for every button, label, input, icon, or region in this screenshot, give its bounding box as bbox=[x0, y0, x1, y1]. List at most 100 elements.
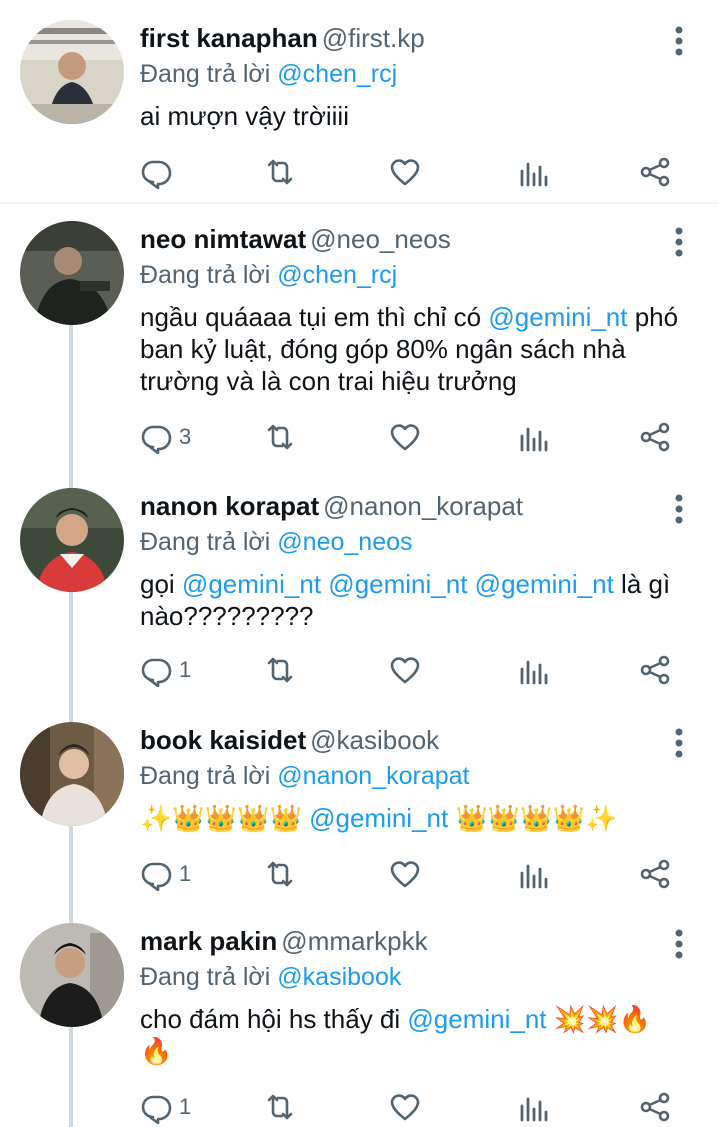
divider bbox=[0, 202, 719, 204]
bar-chart-icon bbox=[515, 857, 549, 891]
reply-count: 1 bbox=[179, 1094, 192, 1119]
views-button[interactable] bbox=[515, 854, 549, 894]
tweet[interactable]: book kaisidet @kasibook Đang trả lời @nan… bbox=[0, 722, 719, 902]
replying-to: Đang trả lời @chen_rcj bbox=[140, 56, 397, 92]
mention-link[interactable]: @gemini_nt bbox=[182, 569, 321, 599]
retweet-button[interactable] bbox=[263, 854, 297, 894]
reply-count: 1 bbox=[179, 657, 192, 682]
tweet-text: cho đám hội hs thấy đi @gemini_nt 💥💥🔥🔥 bbox=[140, 1003, 680, 1067]
avatar[interactable] bbox=[20, 923, 124, 1027]
share-button[interactable] bbox=[638, 417, 672, 457]
mention-link[interactable]: @gemini_nt bbox=[309, 803, 448, 833]
tweet[interactable]: mark pakin @mmarkpkk Đang trả lời @kasibo… bbox=[0, 923, 719, 1127]
heart-icon bbox=[388, 1090, 422, 1124]
reply-button[interactable] bbox=[139, 152, 173, 192]
tweet-header: nanon korapat @nanon_korapat bbox=[140, 488, 523, 524]
share-icon bbox=[638, 1090, 672, 1124]
reply-prefix: Đang trả lời bbox=[140, 261, 271, 289]
reply-mention[interactable]: @neo_neos bbox=[277, 528, 412, 556]
more-vertical-icon[interactable] bbox=[673, 26, 685, 56]
avatar[interactable] bbox=[20, 488, 124, 592]
display-name[interactable]: first kanaphan bbox=[140, 23, 318, 53]
retweet-icon bbox=[263, 857, 297, 891]
reply-button[interactable]: 3 bbox=[139, 417, 191, 457]
views-button[interactable] bbox=[515, 417, 549, 457]
like-button[interactable] bbox=[388, 650, 422, 690]
user-handle[interactable]: @first.kp bbox=[322, 23, 425, 53]
user-handle[interactable]: @mmarkpkk bbox=[281, 926, 427, 956]
avatar[interactable] bbox=[20, 20, 124, 124]
avatar[interactable] bbox=[20, 722, 124, 826]
mention-link[interactable]: @gemini_nt bbox=[488, 302, 627, 332]
more-vertical-icon[interactable] bbox=[673, 728, 685, 758]
action-bar: 1 bbox=[0, 1087, 719, 1127]
display-name[interactable]: mark pakin bbox=[140, 926, 277, 956]
text-segment: cho đám hội hs thấy đi bbox=[140, 1004, 408, 1034]
mention-link[interactable]: @gemini_nt bbox=[328, 569, 467, 599]
user-handle[interactable]: @neo_neos bbox=[310, 224, 451, 254]
user-handle[interactable]: @kasibook bbox=[310, 725, 439, 755]
heart-icon bbox=[388, 857, 422, 891]
user-handle[interactable]: @nanon_korapat bbox=[323, 491, 523, 521]
reply-icon bbox=[139, 1090, 173, 1124]
share-icon bbox=[638, 653, 672, 687]
reply-button[interactable]: 1 bbox=[139, 854, 191, 894]
action-bar: 3 bbox=[0, 417, 719, 457]
like-button[interactable] bbox=[388, 417, 422, 457]
views-button[interactable] bbox=[515, 650, 549, 690]
mention-link[interactable]: @gemini_nt bbox=[475, 569, 614, 599]
tweet[interactable]: nanon korapat @nanon_korapat Đang trả lời… bbox=[0, 488, 719, 698]
reply-icon bbox=[139, 857, 173, 891]
reply-button[interactable]: 1 bbox=[139, 650, 191, 690]
share-button[interactable] bbox=[638, 152, 672, 192]
action-bar: 1 bbox=[0, 854, 719, 894]
share-button[interactable] bbox=[638, 650, 672, 690]
reply-prefix: Đang trả lời bbox=[140, 963, 271, 991]
display-name[interactable]: book kaisidet bbox=[140, 725, 306, 755]
tweet-text: ✨👑👑👑👑 @gemini_nt 👑👑👑👑✨ bbox=[140, 802, 680, 834]
replying-to: Đang trả lời @kasibook bbox=[140, 959, 401, 995]
retweet-button[interactable] bbox=[263, 152, 297, 192]
reply-button[interactable]: 1 bbox=[139, 1087, 191, 1127]
reply-mention[interactable]: @chen_rcj bbox=[277, 60, 397, 88]
action-bar: 1 bbox=[0, 650, 719, 690]
retweet-icon bbox=[263, 155, 297, 189]
tweet-header: book kaisidet @kasibook bbox=[140, 722, 439, 758]
tweet-header: mark pakin @mmarkpkk bbox=[140, 923, 428, 959]
tweet-text: ngầu quáaaa tụi em thì chỉ có @gemini_nt… bbox=[140, 301, 680, 397]
share-button[interactable] bbox=[638, 854, 672, 894]
text-segment: gọi bbox=[140, 569, 182, 599]
tweet-text: gọi @gemini_nt @gemini_nt @gemini_nt là … bbox=[140, 568, 680, 632]
avatar[interactable] bbox=[20, 221, 124, 325]
reply-prefix: Đang trả lời bbox=[140, 528, 271, 556]
retweet-button[interactable] bbox=[263, 417, 297, 457]
tweet[interactable]: neo nimtawat @neo_neos Đang trả lời @chen… bbox=[0, 221, 719, 481]
reply-mention[interactable]: @kasibook bbox=[277, 963, 401, 991]
reply-prefix: Đang trả lời bbox=[140, 60, 271, 88]
reply-mention[interactable]: @nanon_korapat bbox=[277, 762, 469, 790]
heart-icon bbox=[388, 653, 422, 687]
more-vertical-icon[interactable] bbox=[673, 494, 685, 524]
views-button[interactable] bbox=[515, 1087, 549, 1127]
display-name[interactable]: nanon korapat bbox=[140, 491, 319, 521]
tweet-header: neo nimtawat @neo_neos bbox=[140, 221, 451, 257]
retweet-button[interactable] bbox=[263, 1087, 297, 1127]
reply-mention[interactable]: @chen_rcj bbox=[277, 261, 397, 289]
retweet-button[interactable] bbox=[263, 650, 297, 690]
replying-to: Đang trả lời @chen_rcj bbox=[140, 257, 397, 293]
bar-chart-icon bbox=[515, 1090, 549, 1124]
more-vertical-icon[interactable] bbox=[673, 227, 685, 257]
mention-link[interactable]: @gemini_nt bbox=[407, 1004, 546, 1034]
share-button[interactable] bbox=[638, 1087, 672, 1127]
text-segment: ngầu quáaaa tụi em thì chỉ có bbox=[140, 302, 489, 332]
like-button[interactable] bbox=[388, 854, 422, 894]
text-segment: 👑👑👑👑✨ bbox=[448, 803, 618, 833]
display-name[interactable]: neo nimtawat bbox=[140, 224, 306, 254]
retweet-icon bbox=[263, 420, 297, 454]
more-vertical-icon[interactable] bbox=[673, 929, 685, 959]
tweet[interactable]: first kanaphan @first.kp Đang trả lời @ch… bbox=[0, 20, 719, 200]
like-button[interactable] bbox=[388, 152, 422, 192]
views-button[interactable] bbox=[515, 152, 549, 192]
heart-icon bbox=[388, 155, 422, 189]
like-button[interactable] bbox=[388, 1087, 422, 1127]
